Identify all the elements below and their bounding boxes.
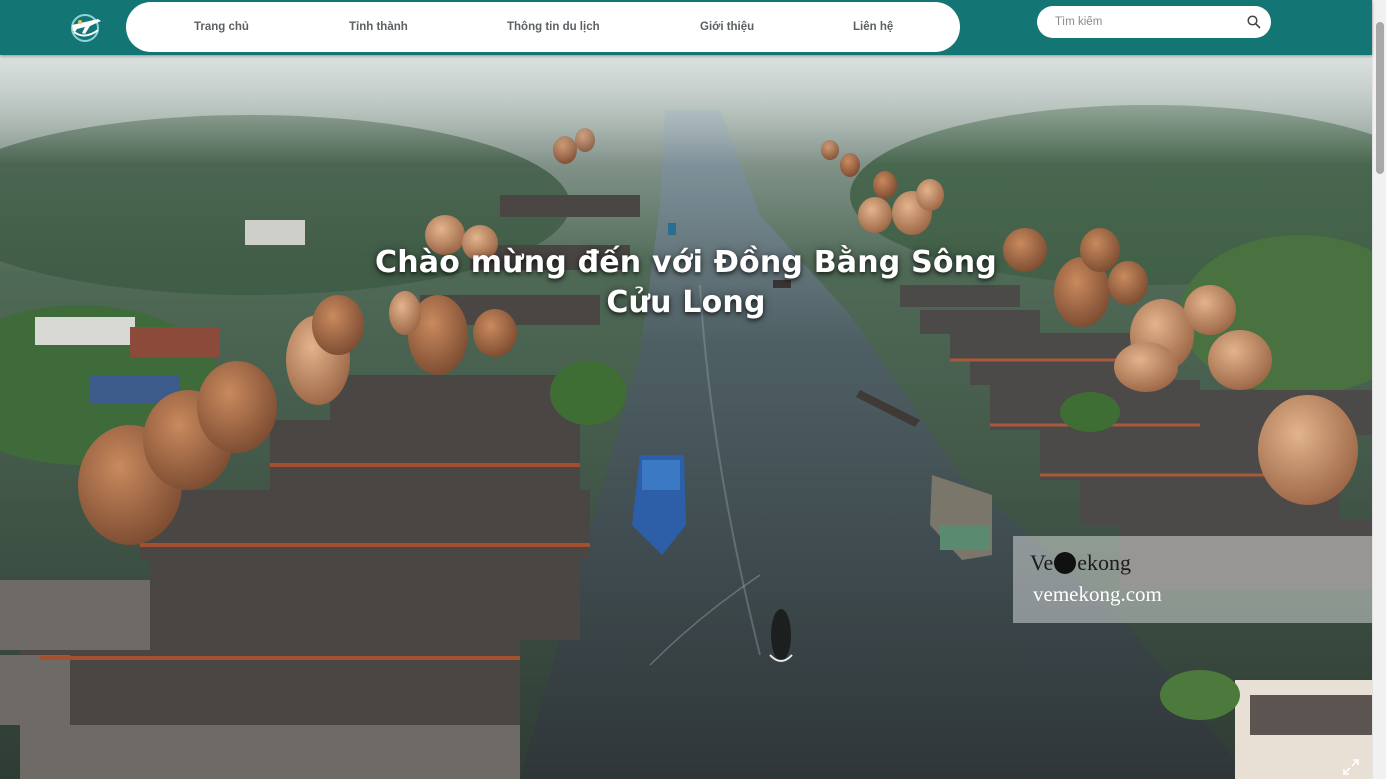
watermark-brand-suffix: ekong xyxy=(1077,550,1131,575)
watermark-brand: Ve ekong xyxy=(1030,550,1131,576)
page-scrollbar[interactable] xyxy=(1372,0,1386,779)
search-icon[interactable] xyxy=(1246,14,1262,30)
hero-title-line-1: Chào mừng đến với Đồng Bằng Sông xyxy=(375,245,997,280)
nav-item-provinces[interactable]: Tỉnh thành xyxy=(349,2,408,52)
hero-background-image xyxy=(0,55,1372,779)
watermark-url: vemekong.com xyxy=(1033,582,1162,606)
hero-title-line-2: Cửu Long xyxy=(606,285,766,320)
watermark-m-icon xyxy=(1054,552,1077,574)
hero-banner: Chào mừng đến với Đồng Bằng Sông Cửu Lon… xyxy=(0,55,1372,779)
watermark-brand-prefix: Ve xyxy=(1030,550,1054,575)
hero-title: Chào mừng đến với Đồng Bằng Sông Cửu Lon… xyxy=(370,243,1002,323)
expand-icon[interactable] xyxy=(1342,758,1360,776)
page: Trang chủ Tỉnh thành Thông tin du lịch G… xyxy=(0,0,1386,779)
main-nav: Trang chủ Tỉnh thành Thông tin du lịch G… xyxy=(126,2,960,52)
site-header: Trang chủ Tỉnh thành Thông tin du lịch G… xyxy=(0,0,1372,55)
nav-item-travel-info[interactable]: Thông tin du lịch xyxy=(507,2,600,52)
nav-item-contact[interactable]: Liên hệ xyxy=(853,2,893,52)
search-input[interactable] xyxy=(1055,13,1245,31)
nav-item-home[interactable]: Trang chủ xyxy=(194,2,249,52)
scrollbar-thumb[interactable] xyxy=(1376,22,1384,174)
image-watermark: Ve ekong vemekong.com xyxy=(1013,536,1372,623)
search-box xyxy=(1037,6,1271,38)
nav-item-about[interactable]: Giới thiệu xyxy=(700,2,754,52)
site-logo-icon[interactable] xyxy=(68,10,104,44)
